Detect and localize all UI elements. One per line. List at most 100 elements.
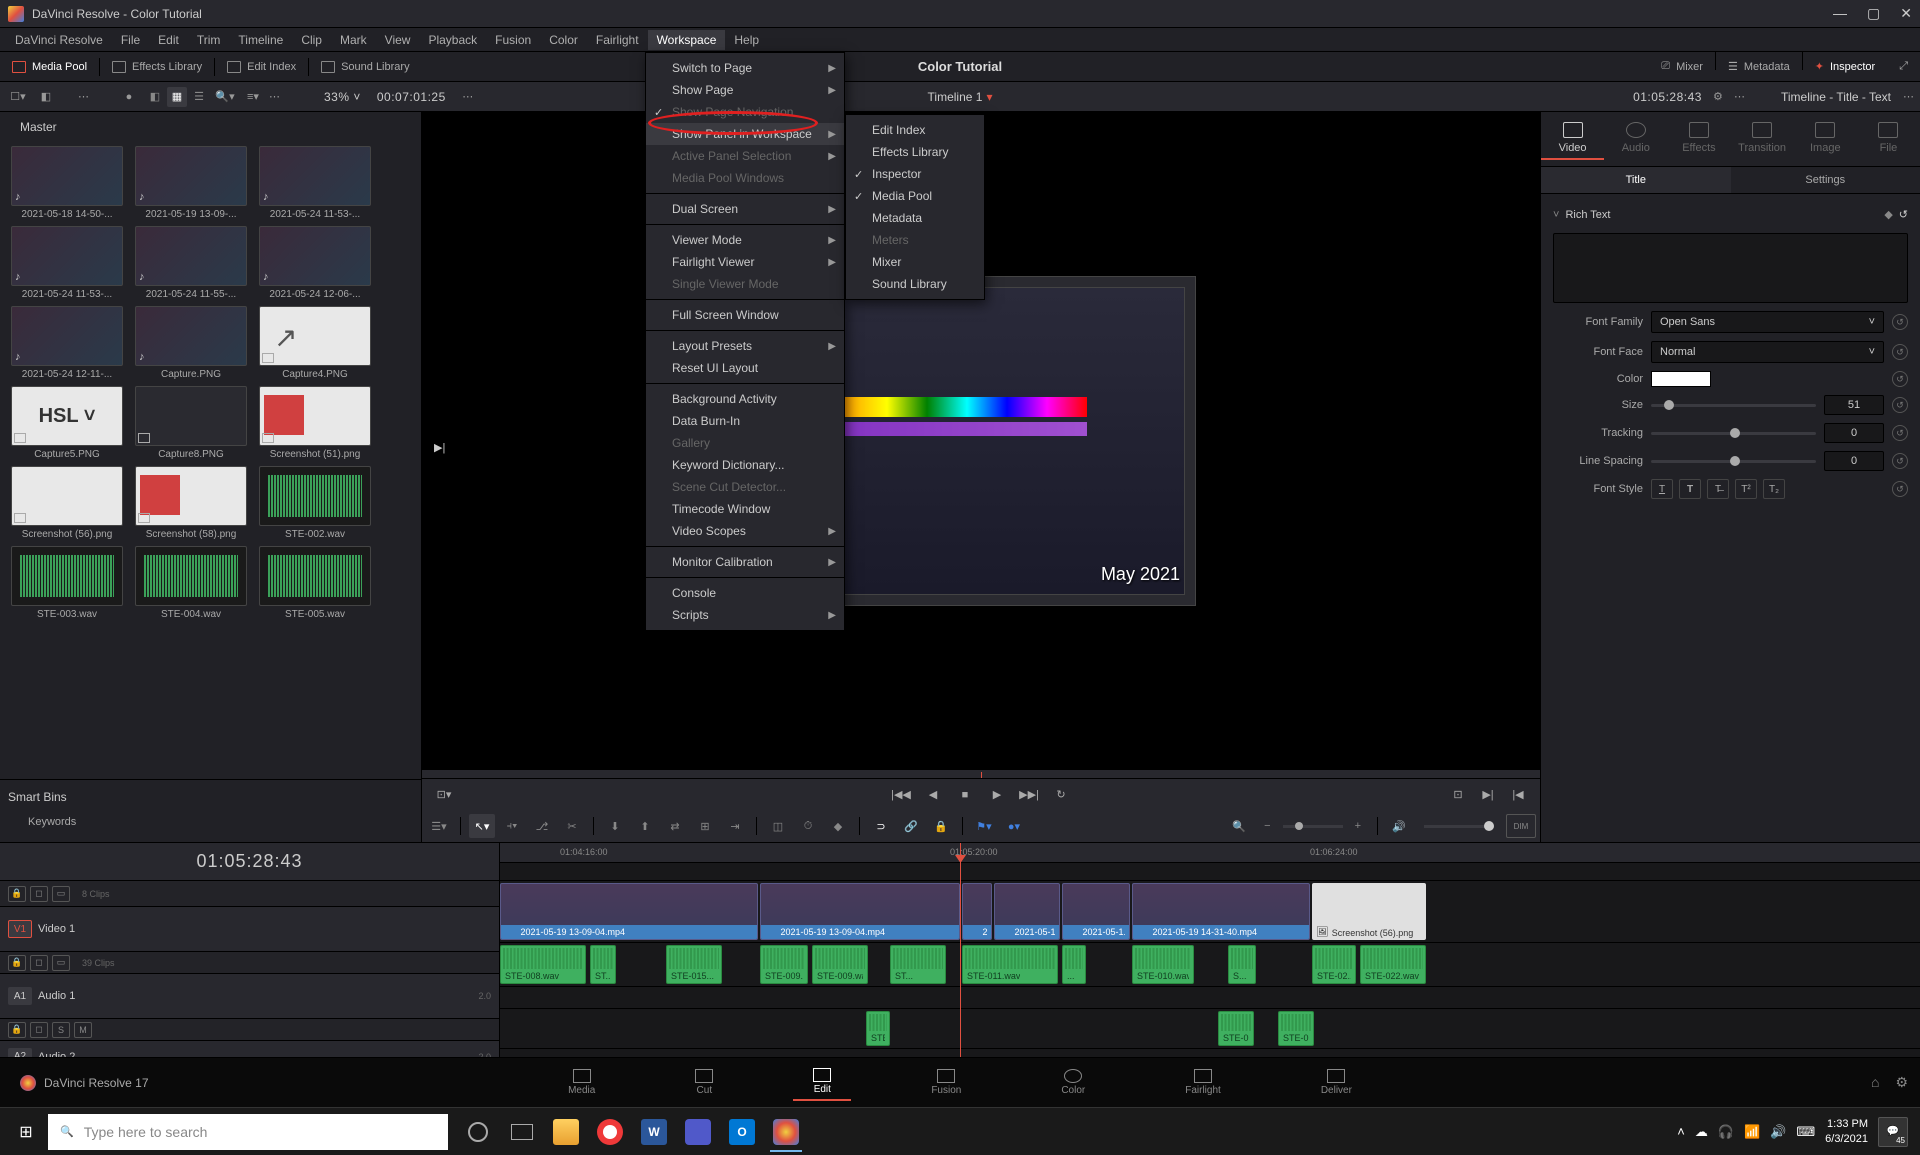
- page-fusion[interactable]: Fusion: [911, 1065, 981, 1100]
- lock-icon[interactable]: 🔒: [8, 955, 26, 971]
- timeline-ruler[interactable]: 01:04:16:00 01:05:20:00 01:06:24:00: [500, 843, 1920, 863]
- playhead[interactable]: [960, 843, 961, 1057]
- go-prev-edit-button[interactable]: |◀: [1506, 783, 1530, 807]
- inspector-tab-transition[interactable]: Transition: [1731, 112, 1794, 166]
- wifi-icon[interactable]: 📶: [1744, 1124, 1760, 1140]
- retime-button[interactable]: ⏱: [795, 814, 821, 838]
- settings-button[interactable]: ⚙: [1895, 1074, 1908, 1091]
- menu-item[interactable]: Background Activity: [646, 388, 844, 410]
- dynamic-trim-tool[interactable]: ⎇: [529, 814, 555, 838]
- timeline-clip[interactable]: STE-...: [866, 1011, 890, 1046]
- timeline-clip[interactable]: 🎬2021-05-19 14-31-40.mp4: [1132, 883, 1310, 940]
- menu-item[interactable]: Reset UI Layout: [646, 357, 844, 379]
- auto-select-button[interactable]: ◻: [30, 886, 48, 902]
- inspector-toggle[interactable]: ✦Inspector: [1803, 52, 1887, 81]
- text-input-area[interactable]: [1553, 233, 1908, 303]
- close-button[interactable]: ✕: [1900, 5, 1912, 22]
- reset-button[interactable]: ↺: [1892, 314, 1908, 330]
- media-thumbnail[interactable]: ♪2021-05-24 11-53-...: [8, 226, 126, 300]
- menu-item[interactable]: Data Burn-In: [646, 410, 844, 432]
- loop-button[interactable]: ↻: [1049, 783, 1073, 807]
- timeline-clip[interactable]: STE-009...: [760, 945, 808, 984]
- disable-button[interactable]: ▭: [52, 886, 70, 902]
- play-button[interactable]: ▶: [985, 783, 1009, 807]
- media-thumbnail[interactable]: STE-002.wav: [256, 466, 374, 540]
- fit-button[interactable]: ⊡▾: [432, 783, 456, 807]
- page-cut[interactable]: Cut: [675, 1065, 733, 1100]
- first-frame-button[interactable]: |◀◀: [889, 783, 913, 807]
- media-thumbnail[interactable]: ♪2021-05-24 11-53-...: [256, 146, 374, 220]
- media-thumbnail[interactable]: ↗Capture4.PNG: [256, 306, 374, 380]
- size-value[interactable]: 51: [1824, 395, 1884, 415]
- menu-item[interactable]: Viewer Mode▶: [646, 229, 844, 251]
- timeline-clip[interactable]: 🎬202...: [962, 883, 992, 940]
- reset-section-button[interactable]: ↺: [1899, 208, 1908, 221]
- media-thumbnail[interactable]: ♪2021-05-18 14-50-...: [8, 146, 126, 220]
- media-thumbnail[interactable]: ♪2021-05-24 12-06-...: [256, 226, 374, 300]
- timeline-clip[interactable]: STE-009.wav: [812, 945, 868, 984]
- resolve-taskbar-icon[interactable]: [764, 1112, 808, 1152]
- strikethrough-button[interactable]: T̶: [1707, 479, 1729, 499]
- reset-button[interactable]: ↺: [1892, 344, 1908, 360]
- audio2-track-header[interactable]: A2 Audio 2 2.0: [0, 1041, 499, 1057]
- sound-library-toggle[interactable]: Sound Library: [309, 52, 422, 81]
- media-thumbnail[interactable]: Screenshot (58).png: [132, 466, 250, 540]
- reset-button[interactable]: ↺: [1892, 397, 1908, 413]
- inspector-tab-audio[interactable]: Audio: [1604, 112, 1667, 166]
- underline-button[interactable]: T: [1651, 479, 1673, 499]
- record-button[interactable]: ●: [117, 85, 141, 109]
- line-spacing-value[interactable]: 0: [1824, 451, 1884, 471]
- add-keyframe-icon[interactable]: ◆: [1884, 208, 1892, 221]
- color-swatch[interactable]: [1651, 371, 1711, 387]
- menu-file[interactable]: File: [112, 30, 149, 50]
- timeline-clip[interactable]: STE-01...: [1278, 1011, 1314, 1046]
- menu-help[interactable]: Help: [725, 30, 768, 50]
- menu-workspace[interactable]: Workspace: [648, 30, 726, 50]
- file-explorer-icon[interactable]: [544, 1112, 588, 1152]
- timeline-clip[interactable]: 🎬2021-05-1...: [1062, 883, 1130, 940]
- source-timecode[interactable]: 00:07:01:25: [371, 90, 452, 104]
- search-button[interactable]: 🔍▾: [213, 85, 237, 109]
- reset-button[interactable]: ↺: [1892, 425, 1908, 441]
- maximize-button[interactable]: ▢: [1867, 5, 1880, 22]
- submenu-item[interactable]: Effects Library: [846, 141, 984, 163]
- page-media[interactable]: Media: [548, 1065, 615, 1100]
- fit-button[interactable]: ⊞: [692, 814, 718, 838]
- effects-library-toggle[interactable]: Effects Library: [100, 52, 214, 81]
- size-slider[interactable]: [1651, 404, 1816, 407]
- menu-item[interactable]: Show Page▶: [646, 79, 844, 101]
- inspector-more[interactable]: ⋯: [1903, 90, 1914, 103]
- lock-icon[interactable]: 🔒: [8, 886, 26, 902]
- timeline-view-button[interactable]: ☰▾: [426, 814, 452, 838]
- viewer-more-button[interactable]: ⋯: [456, 85, 480, 109]
- menu-item[interactable]: Fairlight Viewer▶: [646, 251, 844, 273]
- media-thumbnail[interactable]: STE-005.wav: [256, 546, 374, 620]
- zoom-out-button[interactable]: 🔍: [1226, 814, 1252, 838]
- zoom-slider[interactable]: [1283, 825, 1343, 828]
- edit-index-toggle[interactable]: Edit Index: [215, 52, 308, 81]
- blade-tool[interactable]: ✂: [559, 814, 585, 838]
- zoom-percent[interactable]: 33% ˅: [318, 90, 367, 104]
- mark-out-button[interactable]: ▶|: [434, 441, 445, 454]
- menu-trim[interactable]: Trim: [188, 30, 230, 50]
- media-thumbnail[interactable]: Screenshot (56).png: [8, 466, 126, 540]
- menu-fusion[interactable]: Fusion: [486, 30, 540, 50]
- timeline-clip[interactable]: S...: [1228, 945, 1256, 984]
- marker-button[interactable]: ●▾: [1001, 814, 1027, 838]
- subscript-button[interactable]: T₂: [1763, 479, 1785, 499]
- media-thumbnail[interactable]: Capture8.PNG: [132, 386, 250, 460]
- timeline-clip[interactable]: 🎬2021-05-1...: [994, 883, 1060, 940]
- outlook-icon[interactable]: O: [720, 1112, 764, 1152]
- language-icon[interactable]: ⌨: [1796, 1124, 1815, 1140]
- media-thumbnail[interactable]: ♪2021-05-24 11-55-...: [132, 226, 250, 300]
- submenu-item[interactable]: ✓Inspector: [846, 163, 984, 185]
- line-spacing-slider[interactable]: [1651, 460, 1816, 463]
- sub-tab-title[interactable]: Title: [1541, 167, 1731, 193]
- superscript-button[interactable]: T²: [1735, 479, 1757, 499]
- menu-item[interactable]: Scripts▶: [646, 604, 844, 626]
- append-button[interactable]: ⇥: [722, 814, 748, 838]
- submenu-item[interactable]: Mixer: [846, 251, 984, 273]
- menu-item[interactable]: Layout Presets▶: [646, 335, 844, 357]
- menu-item[interactable]: Full Screen Window: [646, 304, 844, 326]
- menu-item[interactable]: Video Scopes▶: [646, 520, 844, 542]
